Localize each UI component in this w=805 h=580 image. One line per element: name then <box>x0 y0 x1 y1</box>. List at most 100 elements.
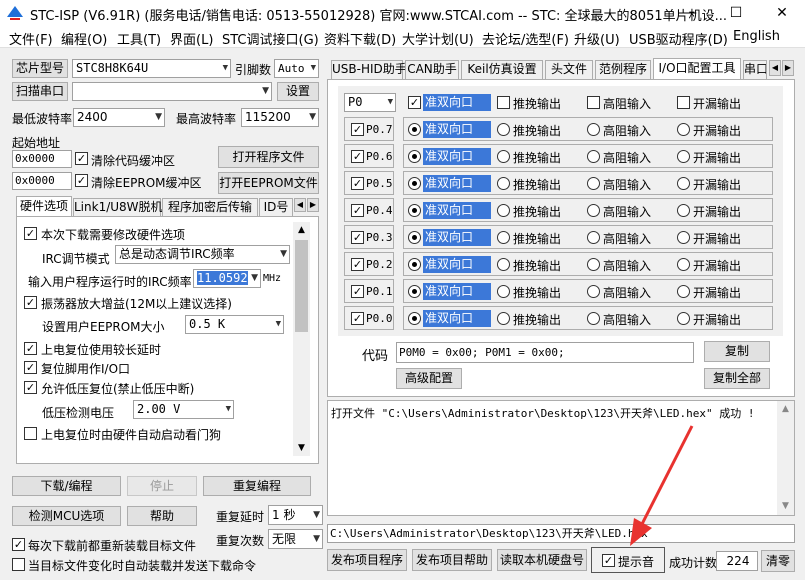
osc-gain-checkbox[interactable]: ✓ <box>24 296 37 309</box>
low-volt-reset-checkbox[interactable]: ✓ <box>24 381 37 394</box>
copy-button[interactable]: 复制 <box>704 341 770 362</box>
header-pushpull-checkbox[interactable] <box>497 96 510 109</box>
mode-pushpull-radio[interactable] <box>497 312 510 325</box>
mode-quasi-radio[interactable] <box>408 123 421 136</box>
publish-help-button[interactable]: 发布项目帮助 <box>412 549 492 571</box>
stop-button[interactable]: 停止 <box>127 476 197 496</box>
tab-encrypt[interactable]: 程序加密后传输 <box>162 198 258 216</box>
menu-file[interactable]: 文件(F) <box>9 29 53 48</box>
tab-scroll-right-button[interactable]: ▶ <box>307 198 319 212</box>
long-delay-checkbox[interactable]: ✓ <box>24 342 37 355</box>
mode-opendrain-radio[interactable] <box>677 204 690 217</box>
mode-highz-radio[interactable] <box>587 312 600 325</box>
port-select-p0[interactable]: P0 ▼ <box>344 93 396 112</box>
mode-pushpull-radio[interactable] <box>497 150 510 163</box>
eeprom-size-select[interactable]: 0.5 K ▼ <box>185 315 284 334</box>
header-highz-checkbox[interactable] <box>587 96 600 109</box>
pin-enable-checkbox[interactable]: ✓ <box>351 258 364 271</box>
menu-program[interactable]: 编程(O) <box>61 29 107 48</box>
download-button[interactable]: 下载/编程 <box>12 476 121 496</box>
menu-download[interactable]: 资料下载(D) <box>324 29 396 48</box>
scroll-up-icon[interactable]: ▲ <box>293 222 310 238</box>
menu-upgrade[interactable]: 升级(U) <box>574 29 620 48</box>
mode-quasi-radio[interactable] <box>408 177 421 190</box>
pin-enable-checkbox[interactable]: ✓ <box>351 312 364 325</box>
mode-quasi-radio[interactable] <box>408 312 421 325</box>
tab-examples[interactable]: 范例程序 <box>595 60 651 79</box>
clear-code-checkbox[interactable]: ✓ <box>75 152 88 165</box>
modify-hw-checkbox[interactable]: ✓ <box>24 227 37 240</box>
tab-serial[interactable]: 串口 <box>743 60 767 79</box>
scrollbar-thumb[interactable] <box>295 240 308 332</box>
settings-button[interactable]: 设置 <box>277 82 319 101</box>
code-addr-field[interactable]: 0x0000 <box>12 150 72 168</box>
auto-wdt-checkbox[interactable] <box>24 427 37 440</box>
low-volt-select[interactable]: 2.00 V ▼ <box>133 400 234 419</box>
mode-pushpull-radio[interactable] <box>497 258 510 271</box>
help-button[interactable]: 帮助 <box>127 506 197 526</box>
sound-checkbox[interactable]: ✓ <box>602 554 615 567</box>
header-opendrain-checkbox[interactable] <box>677 96 690 109</box>
pin-enable-checkbox[interactable]: ✓ <box>351 150 364 163</box>
log-scroll-up-icon[interactable]: ▲ <box>777 401 794 417</box>
chip-model-select[interactable]: STC8H8K64U ▼ <box>72 59 231 78</box>
header-mode-checkbox[interactable]: ✓ <box>408 96 421 109</box>
mode-pushpull-radio[interactable] <box>497 123 510 136</box>
port-select[interactable]: ▼ <box>72 82 272 101</box>
eeprom-addr-field[interactable]: 0x0000 <box>12 172 72 190</box>
chip-type-button[interactable]: 芯片型号 <box>12 59 68 78</box>
scan-port-button[interactable]: 扫描串口 <box>12 82 68 101</box>
mode-quasi-radio[interactable] <box>408 231 421 244</box>
close-button[interactable]: ✕ <box>759 0 805 26</box>
mode-opendrain-radio[interactable] <box>677 231 690 244</box>
mode-highz-radio[interactable] <box>587 177 600 190</box>
mode-opendrain-radio[interactable] <box>677 123 690 136</box>
tab-usb-hid[interactable]: USB-HID助手 <box>331 60 407 79</box>
reload-checkbox[interactable]: ✓ <box>12 538 25 551</box>
min-baud-select[interactable]: 2400 ▼ <box>73 108 165 127</box>
tab-can[interactable]: CAN助手 <box>405 60 459 79</box>
tab-id[interactable]: ID号 <box>259 198 293 216</box>
menu-debug[interactable]: STC调试接口(G) <box>222 29 319 48</box>
pin-enable-checkbox[interactable]: ✓ <box>351 204 364 217</box>
tab-scroll-left-button[interactable]: ◀ <box>294 198 306 212</box>
irc-mode-select[interactable]: 总是动态调节IRC频率 ▼ <box>115 245 290 264</box>
right-tab-scroll-left-button[interactable]: ◀ <box>769 60 781 76</box>
mode-opendrain-radio[interactable] <box>677 177 690 190</box>
tab-hardware[interactable]: 硬件选项 <box>16 196 72 217</box>
auto-send-checkbox[interactable] <box>12 558 25 571</box>
repeat-delay-select[interactable]: 1 秒 ▼ <box>268 505 323 525</box>
tab-keil[interactable]: Keil仿真设置 <box>461 60 543 79</box>
file-path-field[interactable]: C:\Users\Administrator\Desktop\123\开天斧\L… <box>327 524 795 543</box>
mode-opendrain-radio[interactable] <box>677 285 690 298</box>
log-scroll-down-icon[interactable]: ▼ <box>777 498 794 514</box>
reset-io-checkbox[interactable]: ✓ <box>24 361 37 374</box>
mode-highz-radio[interactable] <box>587 204 600 217</box>
menu-tools[interactable]: 工具(T) <box>117 29 161 48</box>
repeat-count-select[interactable]: 无限 ▼ <box>268 529 323 549</box>
right-tab-scroll-right-button[interactable]: ▶ <box>782 60 794 76</box>
open-eeprom-button[interactable]: 打开EEPROM文件 <box>218 172 319 194</box>
scroll-down-icon[interactable]: ▼ <box>293 440 310 456</box>
read-disk-id-button[interactable]: 读取本机硬盘号 <box>497 549 587 571</box>
mode-highz-radio[interactable] <box>587 123 600 136</box>
mode-pushpull-radio[interactable] <box>497 231 510 244</box>
menu-forum[interactable]: 去论坛/选型(F) <box>482 29 569 48</box>
mode-pushpull-radio[interactable] <box>497 204 510 217</box>
clear-count-button[interactable]: 清零 <box>761 550 795 572</box>
pin-count-select[interactable]: Auto ▼ <box>274 59 319 78</box>
mode-quasi-radio[interactable] <box>408 150 421 163</box>
header-mode-quasi[interactable]: 准双向口 <box>423 94 491 111</box>
mode-opendrain-radio[interactable] <box>677 312 690 325</box>
max-baud-select[interactable]: 115200 ▼ <box>241 108 319 127</box>
mode-quasi-radio[interactable] <box>408 204 421 217</box>
pin-enable-checkbox[interactable]: ✓ <box>351 177 364 190</box>
tab-header[interactable]: 头文件 <box>545 60 593 79</box>
clear-eeprom-checkbox[interactable]: ✓ <box>75 174 88 187</box>
minimize-button[interactable]: — <box>667 0 713 26</box>
pin-enable-checkbox[interactable]: ✓ <box>351 285 364 298</box>
menu-interface[interactable]: 界面(L) <box>170 29 213 48</box>
mode-pushpull-radio[interactable] <box>497 285 510 298</box>
tab-io-config[interactable]: I/O口配置工具 <box>653 58 741 79</box>
mode-opendrain-radio[interactable] <box>677 150 690 163</box>
